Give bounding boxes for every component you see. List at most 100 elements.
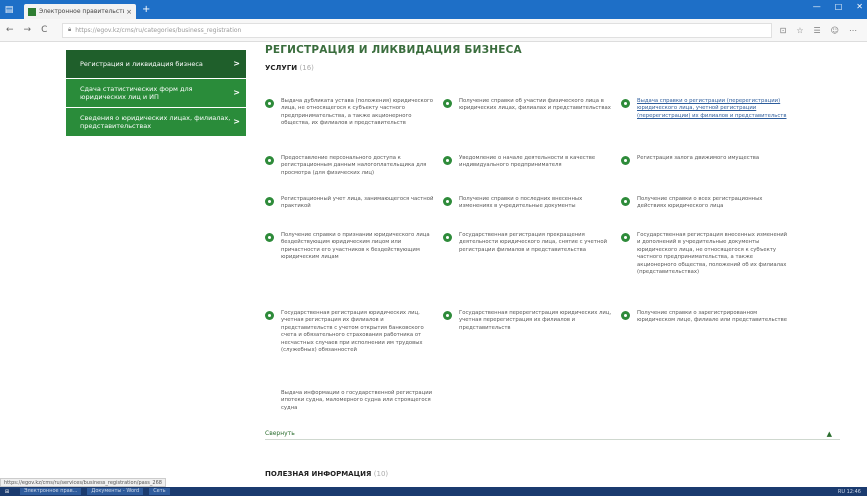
service-item[interactable]: Регистрационный учет лица, занимающегося… xyxy=(265,196,435,211)
chevron-right-icon: > xyxy=(233,117,240,126)
service-dot-icon xyxy=(265,99,274,108)
service-link[interactable]: Регистрация залога движимого имущества xyxy=(637,155,759,165)
chevron-up-icon: ▲ xyxy=(826,429,832,438)
window-controls: — □ ✕ xyxy=(813,2,863,11)
service-link[interactable]: Государственная регистрация прекращения … xyxy=(459,232,613,254)
taskbar-button[interactable]: Сеть xyxy=(149,488,170,495)
new-tab-button[interactable]: + xyxy=(142,4,150,15)
service-item[interactable]: Регистрация залога движимого имущества xyxy=(621,155,791,165)
service-link[interactable]: Государственная регистрация внесенных из… xyxy=(637,232,791,276)
lock-icon: 🔒︎ xyxy=(68,26,72,33)
tab-close-icon[interactable]: × xyxy=(126,8,132,16)
service-dot-icon xyxy=(443,156,452,165)
service-link[interactable]: Выдача справки о регистрации (перерегист… xyxy=(637,98,791,120)
service-dot-icon xyxy=(621,156,630,165)
service-link[interactable]: Получение справки о последних внесенных … xyxy=(459,196,613,211)
service-item[interactable]: Получение справки о зарегистрированном ю… xyxy=(621,310,791,325)
service-link[interactable]: Получение справки о всех регистрационных… xyxy=(637,196,791,211)
chevron-right-icon: > xyxy=(233,88,240,97)
service-dot-icon xyxy=(265,156,274,165)
profile-icon[interactable]: ☺ xyxy=(831,26,839,35)
reload-icon[interactable]: C xyxy=(41,25,47,35)
page-title: РЕГИСТРАЦИЯ И ЛИКВИДАЦИЯ БИЗНЕСА xyxy=(265,44,522,56)
service-dot-icon xyxy=(443,99,452,108)
url-input[interactable]: 🔒︎ https://egov.kz/cms/ru/categories/bus… xyxy=(62,22,772,38)
service-link[interactable]: Уведомление о начале деятельности в каче… xyxy=(459,155,613,170)
maximize-icon[interactable]: □ xyxy=(835,2,843,11)
category-sidebar: Регистрация и ликвидация бизнеса > Сдача… xyxy=(66,50,246,137)
system-tray: RU 12:46 xyxy=(837,488,861,495)
useful-info-label: ПОЛЕЗНАЯ ИНФОРМАЦИЯ xyxy=(265,470,372,478)
reading-view-icon[interactable]: ⊡ xyxy=(780,26,787,35)
back-icon[interactable]: ← xyxy=(6,25,14,35)
service-dot-icon xyxy=(265,311,274,320)
service-item[interactable]: Получение справки о признании юридическо… xyxy=(265,232,435,262)
service-dot-icon xyxy=(621,99,630,108)
sidebar-item-label: Сдача статистических форм для юридически… xyxy=(80,85,193,101)
service-item[interactable]: Выдача дубликата устава (положения) юрид… xyxy=(265,98,435,128)
sidebar-item-statistics[interactable]: Сдача статистических форм для юридически… xyxy=(66,79,246,107)
service-link[interactable]: Предоставление персонального доступа к р… xyxy=(281,155,435,177)
service-item[interactable]: Государственная перерегистрация юридичес… xyxy=(443,310,613,332)
app-menu-icon[interactable]: ▤ xyxy=(0,0,18,19)
service-item[interactable]: Уведомление о начале деятельности в каче… xyxy=(443,155,613,170)
sidebar-item-registration[interactable]: Регистрация и ликвидация бизнеса > xyxy=(66,50,246,78)
service-dot-icon xyxy=(443,233,452,242)
nav-buttons: ← → C xyxy=(0,25,62,35)
sidebar-item-label: Регистрация и ликвидация бизнеса xyxy=(80,60,203,68)
service-item[interactable]: Получение справки о последних внесенных … xyxy=(443,196,613,211)
service-link[interactable]: Государственная регистрация юридических … xyxy=(281,310,435,354)
service-item[interactable]: Государственная регистрация прекращения … xyxy=(443,232,613,254)
service-dot-icon xyxy=(621,197,630,206)
status-url: https://egov.kz/cms/ru/services/business… xyxy=(0,478,166,487)
service-item[interactable]: Государственная регистрация внесенных из… xyxy=(621,232,791,276)
service-dot-icon xyxy=(443,197,452,206)
browser-tab[interactable]: Электронное правительство Г × xyxy=(24,4,136,19)
sidebar-item-legal-entities[interactable]: Сведения о юридических лицах, филиалах, … xyxy=(66,108,246,136)
useful-info-heading[interactable]: ПОЛЕЗНАЯ ИНФОРМАЦИЯ (10) xyxy=(265,470,388,478)
service-dot-icon xyxy=(621,311,630,320)
service-link[interactable]: Выдача информации о государственной реги… xyxy=(281,390,444,412)
service-item[interactable]: Получение справки о всех регистрационных… xyxy=(621,196,791,211)
main-content: РЕГИСТРАЦИЯ И ЛИКВИДАЦИЯ БИЗНЕСА УСЛУГИ … xyxy=(265,44,840,478)
service-item[interactable]: Государственная регистрация юридических … xyxy=(265,310,435,354)
service-item[interactable]: Получение справки об участии физического… xyxy=(443,98,613,113)
browser-title-bar: ▤ Электронное правительство Г × + — □ ✕ xyxy=(0,0,867,19)
address-bar: ← → C 🔒︎ https://egov.kz/cms/ru/categori… xyxy=(0,19,867,42)
service-item[interactable]: Выдача информации о государственной реги… xyxy=(274,390,444,412)
tab-favicon-icon xyxy=(28,7,36,16)
useful-info-count: (10) xyxy=(373,470,389,478)
close-icon[interactable]: ✕ xyxy=(856,2,863,11)
service-dot-icon xyxy=(265,233,274,242)
os-taskbar: ⊞ Электронное прав... Документы - Word С… xyxy=(0,487,867,496)
taskbar-button[interactable]: Электронное прав... xyxy=(20,488,82,495)
sidebar-item-label: Сведения о юридических лицах, филиалах, … xyxy=(80,114,231,130)
service-dot-icon xyxy=(443,311,452,320)
service-item[interactable]: Выдача справки о регистрации (перерегист… xyxy=(621,98,791,120)
browser-toolbar: ⊡ ☆ ☰ ☺ ⋯ xyxy=(780,26,867,35)
url-text: https://egov.kz/cms/ru/categories/busine… xyxy=(75,26,242,34)
service-link[interactable]: Регистрационный учет лица, занимающегося… xyxy=(281,196,435,211)
service-link[interactable]: Выдача дубликата устава (положения) юрид… xyxy=(281,98,435,128)
collapse-label: Свернуть xyxy=(265,430,295,437)
services-count: (16) xyxy=(299,64,314,72)
minimize-icon[interactable]: — xyxy=(813,2,821,11)
service-link[interactable]: Получение справки об участии физического… xyxy=(459,98,613,113)
forward-icon[interactable]: → xyxy=(24,25,32,35)
more-icon[interactable]: ⋯ xyxy=(849,26,857,35)
taskbar-button[interactable]: Документы - Word xyxy=(87,488,144,495)
hub-icon[interactable]: ☰ xyxy=(813,26,820,35)
service-dot-icon xyxy=(265,197,274,206)
service-item[interactable]: Предоставление персонального доступа к р… xyxy=(265,155,435,177)
chevron-right-icon: > xyxy=(233,59,240,68)
services-label: УСЛУГИ xyxy=(265,64,298,72)
service-link[interactable]: Получение справки о зарегистрированном ю… xyxy=(637,310,791,325)
service-dot-icon xyxy=(621,233,630,242)
service-link[interactable]: Получение справки о признании юридическо… xyxy=(281,232,435,262)
services-heading: УСЛУГИ (16) xyxy=(265,64,840,72)
start-button[interactable]: ⊞ xyxy=(0,489,14,495)
tab-title: Электронное правительство Г xyxy=(39,8,124,15)
service-link[interactable]: Государственная перерегистрация юридичес… xyxy=(459,310,613,332)
favorite-star-icon[interactable]: ☆ xyxy=(796,26,803,35)
collapse-toggle[interactable]: Свернуть ▲ xyxy=(265,428,840,440)
